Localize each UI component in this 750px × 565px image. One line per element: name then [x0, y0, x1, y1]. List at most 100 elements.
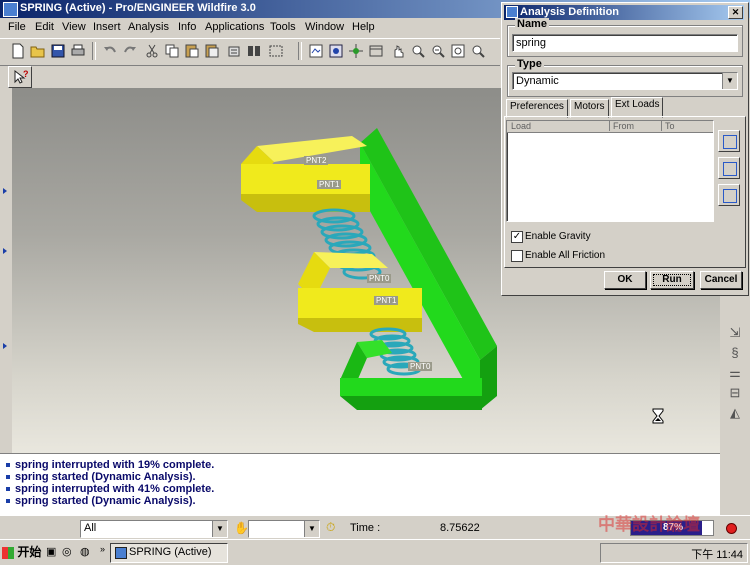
select-box-icon[interactable] — [268, 43, 284, 59]
col-from: From — [613, 121, 662, 131]
menu-applications[interactable]: Applications — [205, 21, 264, 33]
svg-text:?: ? — [23, 69, 29, 79]
yellow-plate-mid-bottom — [298, 318, 422, 332]
orient-mode-icon[interactable] — [348, 43, 364, 59]
ext-loads-panel: Load From To ✓ Enable Gravity Enable All… — [504, 116, 746, 268]
spring-tool-icon[interactable]: § — [728, 346, 742, 360]
find-icon[interactable] — [246, 43, 262, 59]
proe-app-icon — [115, 547, 127, 559]
menu-view[interactable]: View — [62, 21, 86, 33]
menu-insert[interactable]: Insert — [93, 21, 121, 33]
analysis-definition-dialog: Analysis Definition ✕ Name spring Type D… — [501, 2, 749, 296]
desktop-icon[interactable]: ▣ — [46, 545, 56, 558]
message-area: spring interrupted with 19% complete. sp… — [0, 453, 720, 516]
undo-icon[interactable] — [102, 43, 118, 59]
progress-text: 87% — [663, 522, 684, 533]
close-icon[interactable]: ✕ — [728, 6, 743, 19]
status-bar: All ▼ ✋ ▼ ⏱ Time : 8.75622 87% — [0, 515, 750, 540]
type-label: Type — [515, 58, 544, 70]
arrow-help-icon: ? — [14, 69, 29, 84]
new-file-icon[interactable] — [10, 43, 26, 59]
chevron-down-icon[interactable]: ▼ — [722, 73, 737, 89]
delete-load-icon — [723, 189, 737, 203]
taskbar-item-spring[interactable]: SPRING (Active) — [110, 543, 228, 563]
print-icon[interactable] — [70, 43, 86, 59]
selection-filter-button[interactable]: ? — [8, 66, 32, 88]
menu-analysis[interactable]: Analysis — [128, 21, 169, 33]
menu-window[interactable]: Window — [305, 21, 344, 33]
model-label: PNT1 — [374, 296, 399, 305]
copy-icon[interactable] — [164, 43, 180, 59]
ok-button[interactable]: OK — [604, 271, 646, 289]
chevron-down-icon[interactable]: ▼ — [212, 521, 227, 537]
menu-tools[interactable]: Tools — [270, 21, 296, 33]
name-input[interactable]: spring — [512, 34, 738, 52]
message-line: spring started (Dynamic Analysis). — [6, 495, 196, 507]
type-select[interactable]: Dynamic ▼ — [512, 72, 738, 90]
force-icon[interactable]: ⊟ — [728, 386, 742, 400]
new-load-button[interactable] — [718, 130, 740, 152]
windows-logo-icon — [2, 546, 14, 559]
expand-arrow-icon[interactable] — [3, 248, 7, 254]
cancel-button[interactable]: Cancel — [700, 271, 742, 289]
repaint-icon[interactable] — [308, 43, 324, 59]
loads-table-header: Load From To — [507, 121, 713, 133]
tab-ext-loads[interactable]: Ext Loads — [611, 97, 664, 118]
zoom-window-icon[interactable] — [470, 43, 486, 59]
explorer-icon[interactable]: ◍ — [80, 545, 90, 558]
lightbulb-icon[interactable]: ✋ — [234, 521, 249, 535]
menu-help[interactable]: Help — [352, 21, 375, 33]
pan-hand-icon[interactable] — [390, 43, 406, 59]
expand-arrow-icon[interactable] — [3, 343, 7, 349]
system-tray: 下午 11:44 — [600, 543, 748, 563]
message-line: spring interrupted with 19% complete. — [6, 459, 214, 471]
regenerate-icon[interactable] — [226, 43, 242, 59]
progress-bar: 87% — [630, 520, 714, 536]
yellow-plate-mid-front — [298, 288, 422, 318]
datum-icon[interactable]: ⇲ — [728, 326, 742, 340]
refit-icon[interactable] — [450, 43, 466, 59]
filter-select[interactable]: All ▼ — [80, 520, 228, 538]
model-label: PNT1 — [317, 180, 342, 189]
expand-arrow-icon[interactable] — [3, 188, 7, 194]
col-load: Load — [511, 121, 610, 131]
menu-info[interactable]: Info — [178, 21, 196, 33]
name-label: Name — [515, 18, 549, 30]
paste-icon[interactable] — [184, 43, 200, 59]
start-button[interactable]: 开始 — [2, 543, 41, 561]
open-folder-icon[interactable] — [30, 43, 46, 59]
ie-icon[interactable]: ◎ — [62, 545, 72, 558]
time-value: 8.75622 — [440, 522, 480, 534]
toolbar-separator — [92, 42, 96, 60]
menu-file[interactable]: File — [8, 21, 26, 33]
col-to: To — [665, 121, 675, 131]
redo-icon[interactable] — [122, 43, 138, 59]
menu-edit[interactable]: Edit — [35, 21, 54, 33]
window-title: SPRING (Active) - Pro/ENGINEER Wildfire … — [20, 2, 256, 14]
named-views-icon[interactable] — [368, 43, 384, 59]
toolbar-separator — [298, 42, 302, 60]
stop-indicator-icon[interactable] — [726, 523, 737, 534]
left-collapse-strip[interactable] — [0, 88, 12, 453]
loads-table[interactable]: Load From To — [506, 120, 714, 222]
zoom-in-icon[interactable] — [410, 43, 426, 59]
edit-load-button[interactable] — [718, 157, 740, 179]
zoom-out-icon[interactable] — [430, 43, 446, 59]
smart-select[interactable]: ▼ — [248, 520, 320, 538]
damper-icon[interactable]: ⚌ — [728, 366, 742, 380]
message-line: spring started (Dynamic Analysis). — [6, 471, 196, 483]
save-icon[interactable] — [50, 43, 66, 59]
enable-gravity-checkbox[interactable]: ✓ — [511, 231, 523, 243]
more-chevron-icon[interactable]: » — [100, 544, 105, 554]
mass-props-icon[interactable]: ◭ — [728, 406, 742, 420]
hourglass-cursor-icon — [652, 408, 664, 424]
enable-friction-checkbox[interactable] — [511, 250, 523, 262]
run-button[interactable]: Run — [650, 271, 694, 289]
chevron-down-icon[interactable]: ▼ — [304, 521, 319, 537]
yellow-plate-bottom — [241, 194, 370, 212]
delete-load-button[interactable] — [718, 184, 740, 206]
paste-special-icon[interactable] — [204, 43, 220, 59]
enable-friction-label: Enable All Friction — [525, 250, 606, 261]
cut-icon[interactable] — [144, 43, 160, 59]
spin-center-icon[interactable] — [328, 43, 344, 59]
